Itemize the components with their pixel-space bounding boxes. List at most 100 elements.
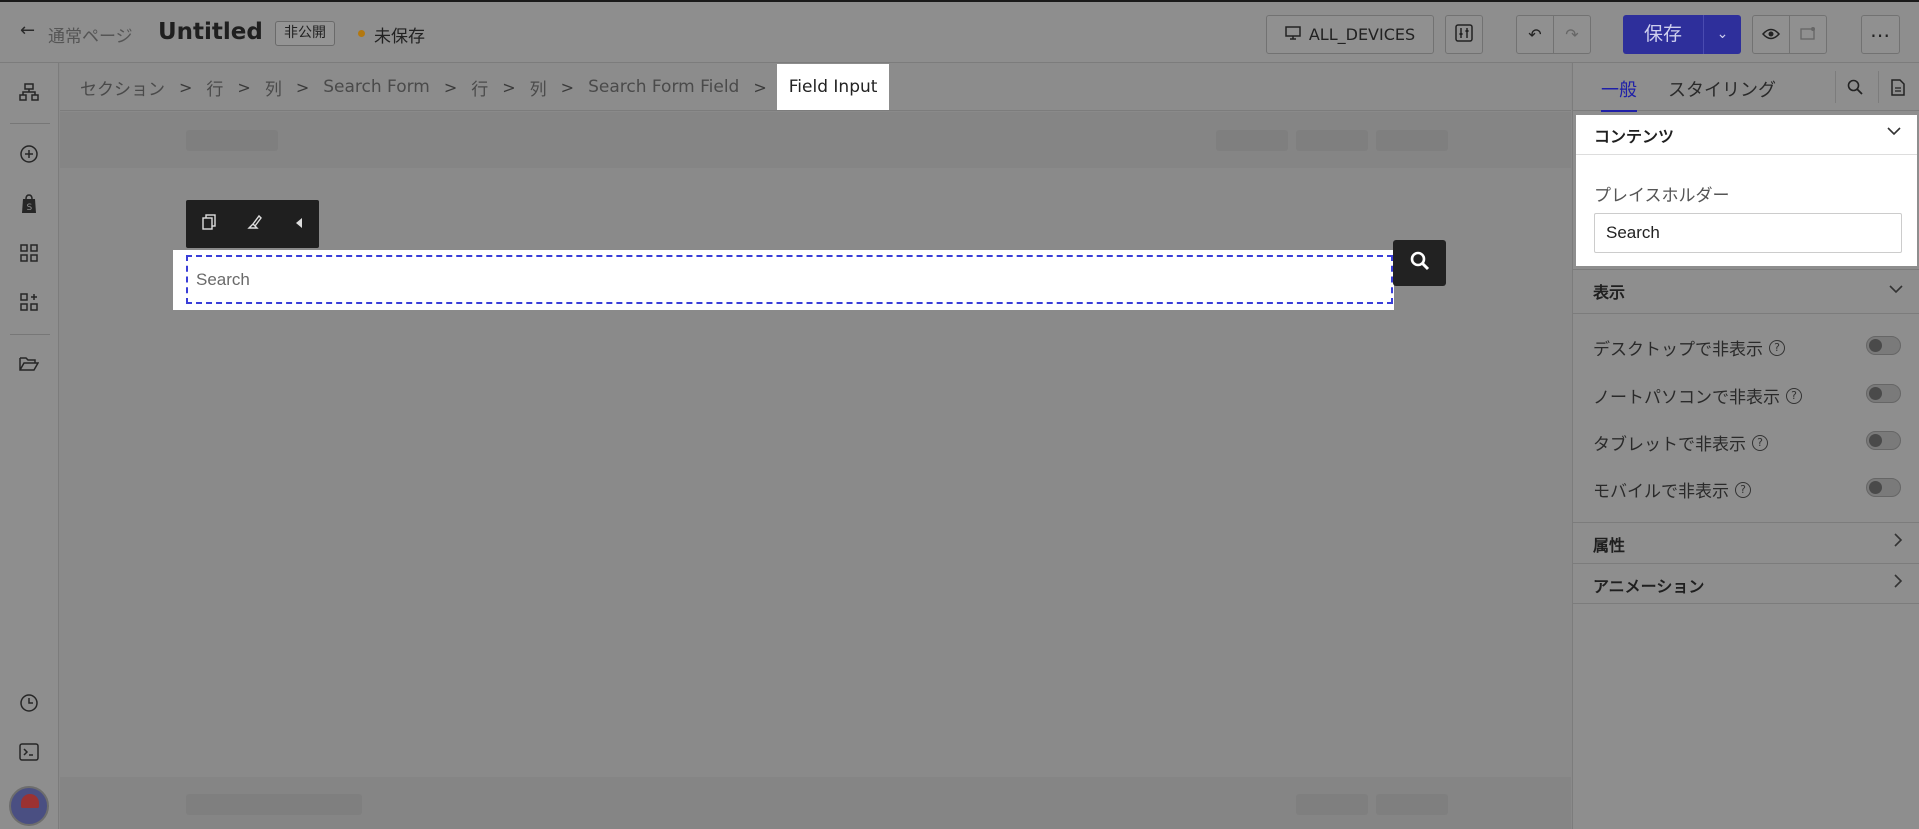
more-icon: ⋯	[1870, 22, 1891, 47]
skeleton-block	[1376, 794, 1448, 815]
skeleton-block	[186, 794, 362, 815]
placeholder-input[interactable]: Search	[1594, 213, 1902, 253]
content-section-title[interactable]: コンテンツ	[1594, 123, 1674, 147]
rail-divider	[10, 334, 50, 335]
content-section: コンテンツ プレイスホルダー Search	[1576, 115, 1917, 266]
chevron-right-icon[interactable]	[1894, 533, 1903, 551]
undo-button[interactable]: ↶	[1516, 15, 1554, 54]
caret-left-icon[interactable]	[295, 215, 303, 233]
page-type-link[interactable]: 通常ページ	[48, 22, 133, 47]
search-icon[interactable]	[1835, 71, 1873, 103]
add-circle-icon[interactable]	[18, 144, 40, 166]
redo-icon: ↷	[1565, 25, 1579, 44]
toggle-label: ノートパソコンで非表示	[1593, 388, 1780, 408]
breadcrumb: セクション > 行 > 列 > Search Form > 行 > 列 > Se…	[60, 63, 1571, 111]
visibility-badge: 非公開	[275, 21, 335, 46]
toggle-row-laptop: ノートパソコンで非表示 ?	[1593, 383, 1802, 408]
redo-button[interactable]: ↷	[1553, 15, 1591, 54]
skeleton-block	[1296, 130, 1368, 151]
chevron-down-icon[interactable]	[1887, 124, 1901, 140]
help-icon[interactable]: ?	[1786, 387, 1802, 404]
avatar[interactable]	[9, 786, 49, 826]
attributes-section-title[interactable]: 属性	[1593, 532, 1625, 556]
breadcrumb-separator-icon: >	[753, 77, 767, 97]
paint-brush-icon[interactable]	[247, 214, 263, 234]
folder-open-icon[interactable]	[18, 356, 40, 378]
publish-icon	[1800, 25, 1816, 44]
search-icon	[1410, 251, 1430, 276]
breadcrumb-item[interactable]: 行	[471, 75, 488, 100]
help-icon[interactable]: ?	[1769, 339, 1785, 356]
toggle-row-tablet: タブレットで非表示 ?	[1593, 430, 1768, 455]
tab-styling[interactable]: スタイリング	[1668, 76, 1776, 102]
divider	[1573, 313, 1919, 314]
unsaved-dot-icon	[358, 30, 365, 37]
breadcrumb-separator-icon: >	[179, 77, 193, 97]
divider	[1573, 269, 1919, 270]
apps-add-icon[interactable]	[18, 293, 40, 315]
breadcrumb-item[interactable]: 列	[265, 75, 282, 100]
properties-panel: 一般 スタイリング コンテンツ プレイスホルダー Search 表示 デスクトッ…	[1572, 63, 1919, 829]
publish-button[interactable]	[1789, 15, 1827, 54]
help-icon[interactable]: ?	[1735, 481, 1751, 498]
save-button[interactable]: 保存 ⌄	[1623, 15, 1741, 54]
page-title[interactable]: Untitled	[158, 19, 263, 45]
skeleton-block	[1376, 130, 1448, 151]
device-selector-label: ALL_DEVICES	[1308, 25, 1416, 44]
breadcrumb-separator-icon: >	[443, 77, 458, 97]
breadcrumb-item[interactable]: Search Form	[323, 77, 430, 97]
more-options-button[interactable]: ⋯	[1861, 15, 1900, 54]
display-section-title[interactable]: 表示	[1593, 279, 1625, 303]
hide-laptop-toggle[interactable]	[1866, 384, 1901, 403]
search-submit-button[interactable]	[1393, 240, 1446, 286]
toggle-label: タブレットで非表示	[1593, 435, 1746, 455]
settings-sliders-button[interactable]	[1445, 15, 1483, 54]
toggle-row-mobile: モバイルで非表示 ?	[1593, 477, 1751, 502]
sitemap-icon[interactable]	[18, 83, 40, 105]
arrow-left-icon[interactable]: ←	[20, 20, 35, 41]
breadcrumb-item[interactable]: Search Form Field	[588, 77, 739, 97]
document-icon[interactable]	[1878, 71, 1916, 103]
breadcrumb-separator-icon: >	[560, 77, 575, 97]
breadcrumb-separator-icon: >	[295, 77, 310, 97]
canvas-footer-placeholder	[60, 777, 1571, 829]
left-rail: S	[0, 63, 59, 829]
breadcrumb-separator-icon: >	[502, 77, 516, 97]
editor-canvas[interactable]: Search	[60, 112, 1571, 829]
rail-divider	[10, 123, 50, 124]
monitor-icon	[1285, 25, 1301, 44]
divider	[1573, 522, 1919, 523]
history-icon[interactable]	[18, 693, 40, 715]
divider	[1573, 603, 1919, 604]
save-label[interactable]: 保存	[1623, 15, 1703, 54]
chevron-down-icon[interactable]	[1889, 282, 1903, 298]
duplicate-icon[interactable]	[202, 214, 216, 234]
animation-section-title[interactable]: アニメーション	[1593, 573, 1704, 597]
grid-icon[interactable]	[18, 244, 40, 266]
save-status: 未保存	[374, 27, 425, 47]
hide-mobile-toggle[interactable]	[1866, 478, 1901, 497]
hide-desktop-toggle[interactable]	[1866, 336, 1901, 355]
breadcrumb-item[interactable]: 行	[206, 75, 223, 100]
chevron-right-icon[interactable]	[1894, 574, 1903, 592]
top-bar: ← 通常ページ Untitled 非公開 未保存 ALL_DEVICES ↶ ↷…	[0, 0, 1919, 63]
help-icon[interactable]: ?	[1752, 434, 1768, 451]
terminal-icon[interactable]	[18, 743, 40, 765]
tab-general[interactable]: 一般	[1601, 76, 1637, 112]
device-selector-button[interactable]: ALL_DEVICES	[1266, 15, 1434, 54]
hide-tablet-toggle[interactable]	[1866, 431, 1901, 450]
breadcrumb-item[interactable]: セクション	[80, 75, 165, 100]
preview-button[interactable]	[1752, 15, 1790, 54]
toggle-label: デスクトップで非表示	[1593, 340, 1763, 360]
toggle-row-desktop: デスクトップで非表示 ?	[1593, 335, 1785, 360]
shopify-icon[interactable]: S	[18, 194, 40, 216]
breadcrumb-item[interactable]: 列	[530, 75, 547, 100]
undo-icon: ↶	[1528, 25, 1542, 44]
divider	[1573, 563, 1919, 564]
breadcrumb-item-active[interactable]: Field Input	[776, 64, 890, 110]
field-input[interactable]: Search	[186, 255, 1393, 304]
breadcrumb-separator-icon: >	[237, 77, 251, 97]
svg-text:S: S	[27, 203, 33, 213]
chevron-down-icon[interactable]: ⌄	[1703, 15, 1741, 54]
skeleton-block	[1296, 794, 1368, 815]
